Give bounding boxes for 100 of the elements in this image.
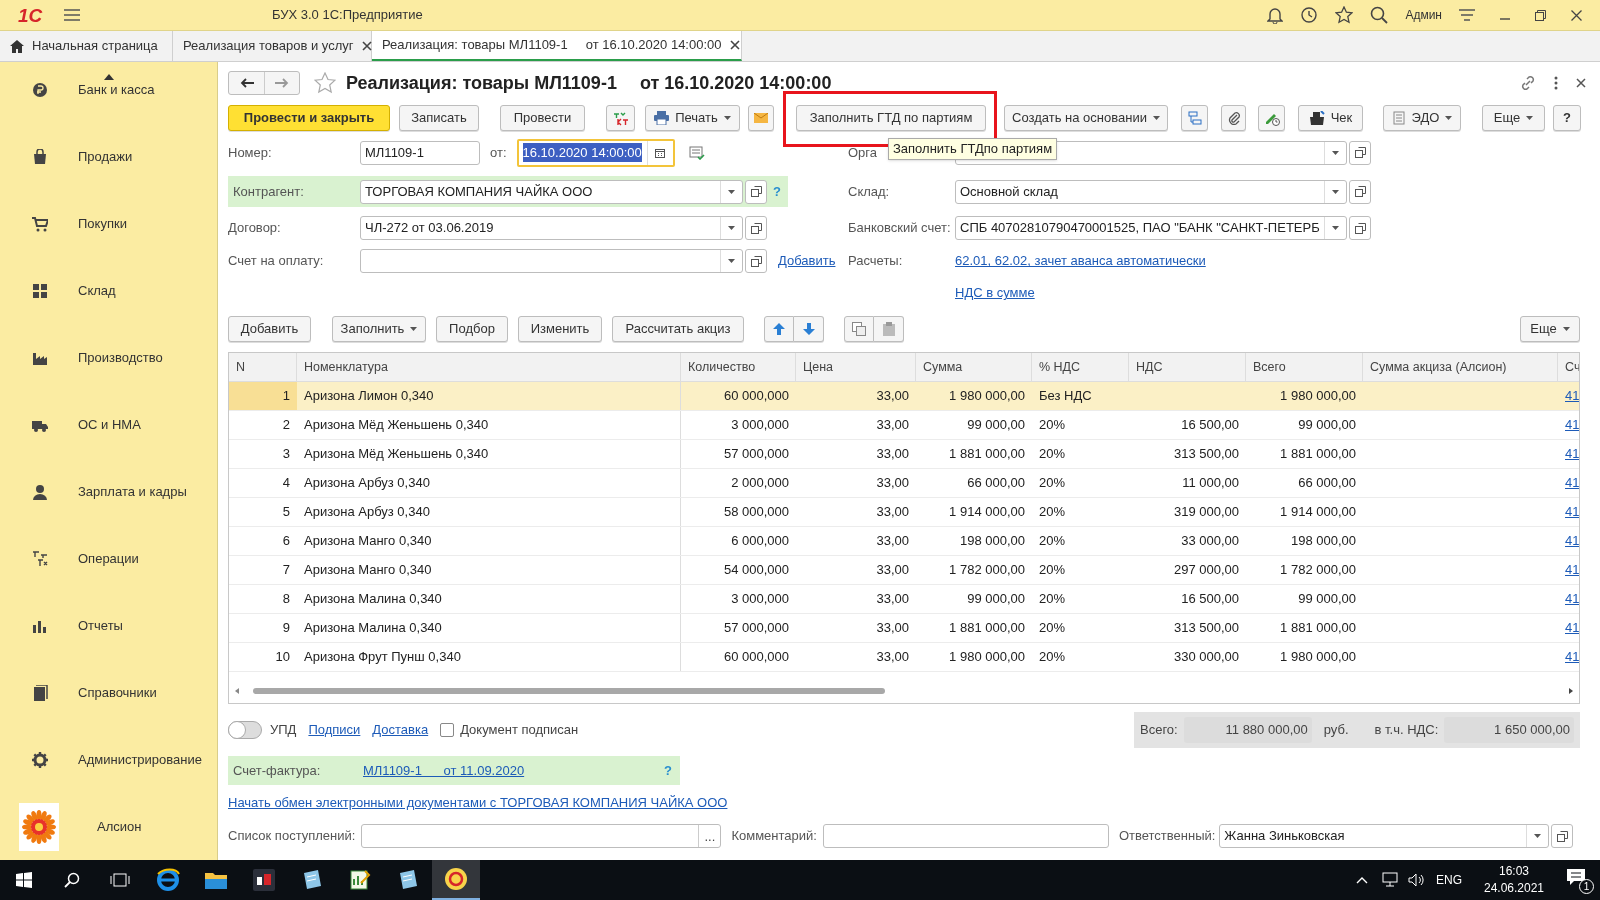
- sidebar-item[interactable]: Банк и касса: [0, 62, 217, 123]
- document-check-icon[interactable]: [688, 145, 705, 160]
- sidebar-item[interactable]: Алсион: [0, 793, 217, 860]
- link[interactable]: МЛ1109-1 от 11.09.2020: [363, 760, 525, 781]
- sidebar-item[interactable]: Продажи: [0, 123, 217, 190]
- network-icon[interactable]: [1382, 872, 1400, 888]
- link[interactable]: Начать обмен электронными документами с ТОРГОВАЯ КОМПАНИЯ ЧАЙКА ООО: [228, 793, 728, 813]
- link[interactable]: Подписи: [308, 720, 361, 740]
- link[interactable]: Добавить: [778, 251, 836, 271]
- close-icon[interactable]: [1576, 78, 1586, 88]
- sidebar-item[interactable]: Справочники: [0, 659, 217, 726]
- move-up-button[interactable]: [764, 316, 794, 342]
- link-icon[interactable]: [1520, 75, 1536, 91]
- open-button[interactable]: [745, 179, 767, 204]
- star-icon[interactable]: [314, 72, 336, 94]
- table-row[interactable]: 7 Аризона Манго 0,340 54 000,000 33,00 1 782 000,00 20% 297 000,00 1 782 000,00 41: [229, 556, 1579, 585]
- close-icon[interactable]: [361, 41, 372, 51]
- save-button[interactable]: Записать: [399, 105, 479, 131]
- dropdown-field[interactable]: ТОРГОВАЯ КОМПАНИЯ ЧАЙКА ООО: [360, 179, 743, 204]
- link[interactable]: 41: [1565, 560, 1579, 580]
- open-button[interactable]: [1349, 140, 1371, 165]
- dropdown-field[interactable]: Жанна Зиньковская: [1219, 824, 1550, 848]
- table-row[interactable]: 3 Аризона Мёд Женьшень 0,340 57 000,000 33,00 1 881 000,00 20% 313 500,00 1 881 000,00 41: [229, 440, 1579, 469]
- open-button[interactable]: [745, 216, 767, 240]
- link[interactable]: 41: [1565, 386, 1579, 406]
- ellipsis-button[interactable]: ...: [698, 825, 721, 847]
- debit-credit-button[interactable]: [606, 105, 635, 131]
- sidebar-item[interactable]: Администрирование: [0, 726, 217, 793]
- input-field[interactable]: ...: [361, 824, 722, 848]
- open-button[interactable]: [1551, 824, 1574, 848]
- sidebar-item[interactable]: Операции: [0, 525, 217, 592]
- clock-date[interactable]: 24.06.2021: [1483, 880, 1545, 897]
- clock-time[interactable]: 16:03: [1499, 863, 1529, 880]
- print-button[interactable]: Печать: [645, 105, 740, 131]
- language-indicator[interactable]: ENG: [1436, 871, 1462, 889]
- post-and-close-button[interactable]: Провести и закрыть: [228, 105, 390, 131]
- input-field[interactable]: МЛ1109-1: [360, 140, 480, 165]
- create-based-on-button[interactable]: Создать на основании: [1004, 105, 1168, 131]
- table-row[interactable]: 10 Аризона Фрут Пунш 0,340 60 000,000 33,00 1 980 000,00 20% 330 000,00 1 980 000,00 41: [229, 643, 1579, 672]
- bell-icon[interactable]: [1267, 6, 1284, 24]
- menu-icon[interactable]: [64, 9, 80, 21]
- edit-button[interactable]: [1258, 105, 1285, 131]
- settings-menu-icon[interactable]: [1459, 8, 1475, 22]
- link[interactable]: 41: [1565, 647, 1579, 667]
- search-icon[interactable]: [1370, 6, 1389, 24]
- link[interactable]: НДС в сумме: [955, 283, 1035, 303]
- open-button[interactable]: [1349, 216, 1371, 240]
- more-button[interactable]: Еще: [1520, 316, 1580, 342]
- table-row[interactable]: 6 Аризона Манго 0,340 6 000,000 33,00 198 000,00 20% 33 000,00 198 000,00 41: [229, 527, 1579, 556]
- speaker-icon[interactable]: [1408, 873, 1426, 887]
- fill-button[interactable]: Заполнить: [332, 316, 426, 342]
- link[interactable]: Доставка: [372, 720, 429, 740]
- table-row[interactable]: 8 Аризона Малина 0,340 3 000,000 33,00 99 000,00 20% 16 500,00 99 000,00 41: [229, 585, 1579, 614]
- scroll-up-icon[interactable]: [103, 74, 114, 80]
- copy-button[interactable]: [844, 316, 874, 342]
- tab[interactable]: Реализация: товары МЛ1109-1 от 16.10.2020 14:00:00: [372, 31, 742, 61]
- chevron-up-icon[interactable]: [1356, 876, 1368, 884]
- sidebar-item[interactable]: Склад: [0, 257, 217, 324]
- edit-button[interactable]: Изменить: [518, 316, 602, 342]
- input-field[interactable]: [822, 824, 1109, 848]
- table-row[interactable]: 9 Аризона Малина 0,340 57 000,000 33,00 1 881 000,00 20% 313 500,00 1 881 000,00 41: [229, 614, 1579, 643]
- open-button[interactable]: [1349, 179, 1371, 204]
- toggle-switch[interactable]: [228, 721, 262, 739]
- edo-button[interactable]: ЭДО: [1383, 105, 1461, 131]
- table-row[interactable]: 5 Аризона Арбуз 0,340 58 000,000 33,00 1 914 000,00 20% 319 000,00 1 914 000,00 41: [229, 498, 1579, 527]
- dropdown-field[interactable]: ЧЛ-272 от 03.06.2019: [360, 216, 743, 240]
- dropdown-field[interactable]: [360, 249, 743, 273]
- sidebar-item[interactable]: Покупки: [0, 190, 217, 257]
- help-button[interactable]: ?: [1553, 105, 1581, 131]
- link[interactable]: 41: [1565, 502, 1579, 522]
- link[interactable]: 41: [1565, 618, 1579, 638]
- date-field[interactable]: 16.10.2020 14:00:00: [516, 138, 675, 167]
- history-icon[interactable]: [1300, 6, 1319, 24]
- link[interactable]: 41: [1565, 473, 1579, 493]
- close-icon[interactable]: [1571, 9, 1582, 21]
- more-button[interactable]: Еще: [1482, 105, 1545, 131]
- more-icon[interactable]: [1554, 76, 1558, 90]
- notification-icon[interactable]: [1566, 868, 1586, 886]
- sidebar-item[interactable]: Отчеты: [0, 592, 217, 659]
- paste-button[interactable]: [874, 316, 904, 342]
- close-icon[interactable]: [729, 40, 740, 50]
- open-button[interactable]: [745, 249, 767, 273]
- table-row[interactable]: 4 Аризона Арбуз 0,340 2 000,000 33,00 66 000,00 20% 11 000,00 66 000,00 41: [229, 469, 1579, 498]
- link[interactable]: 62.01, 62.02, зачет аванса автоматически: [955, 251, 1206, 271]
- dropdown-field[interactable]: Основной склад: [955, 179, 1347, 204]
- link[interactable]: 41: [1565, 415, 1579, 435]
- star-icon[interactable]: [1335, 6, 1354, 24]
- table-row[interactable]: 2 Аризона Мёд Женьшень 0,340 3 000,000 33,00 99 000,00 20% 16 500,00 99 000,00 41: [229, 411, 1579, 440]
- link[interactable]: 41: [1565, 531, 1579, 551]
- post-button[interactable]: Провести: [500, 105, 585, 131]
- sidebar-item[interactable]: Производство: [0, 324, 217, 391]
- add-button[interactable]: Добавить: [228, 316, 311, 342]
- receipt-button[interactable]: Чек: [1298, 105, 1363, 131]
- taskbar-button[interactable]: [432, 860, 480, 900]
- checkbox[interactable]: [440, 723, 455, 737]
- move-down-button[interactable]: [794, 316, 824, 342]
- calculate-excise-button[interactable]: Рассчитать акциз: [612, 316, 744, 342]
- sidebar-item[interactable]: Зарплата и кадры: [0, 458, 217, 525]
- sidebar-item[interactable]: ОС и НМА: [0, 391, 217, 458]
- dropdown-field[interactable]: СПБ 40702810790470001525, ПАО "БАНК "САНКТ-ПЕТЕРБ: [955, 216, 1347, 240]
